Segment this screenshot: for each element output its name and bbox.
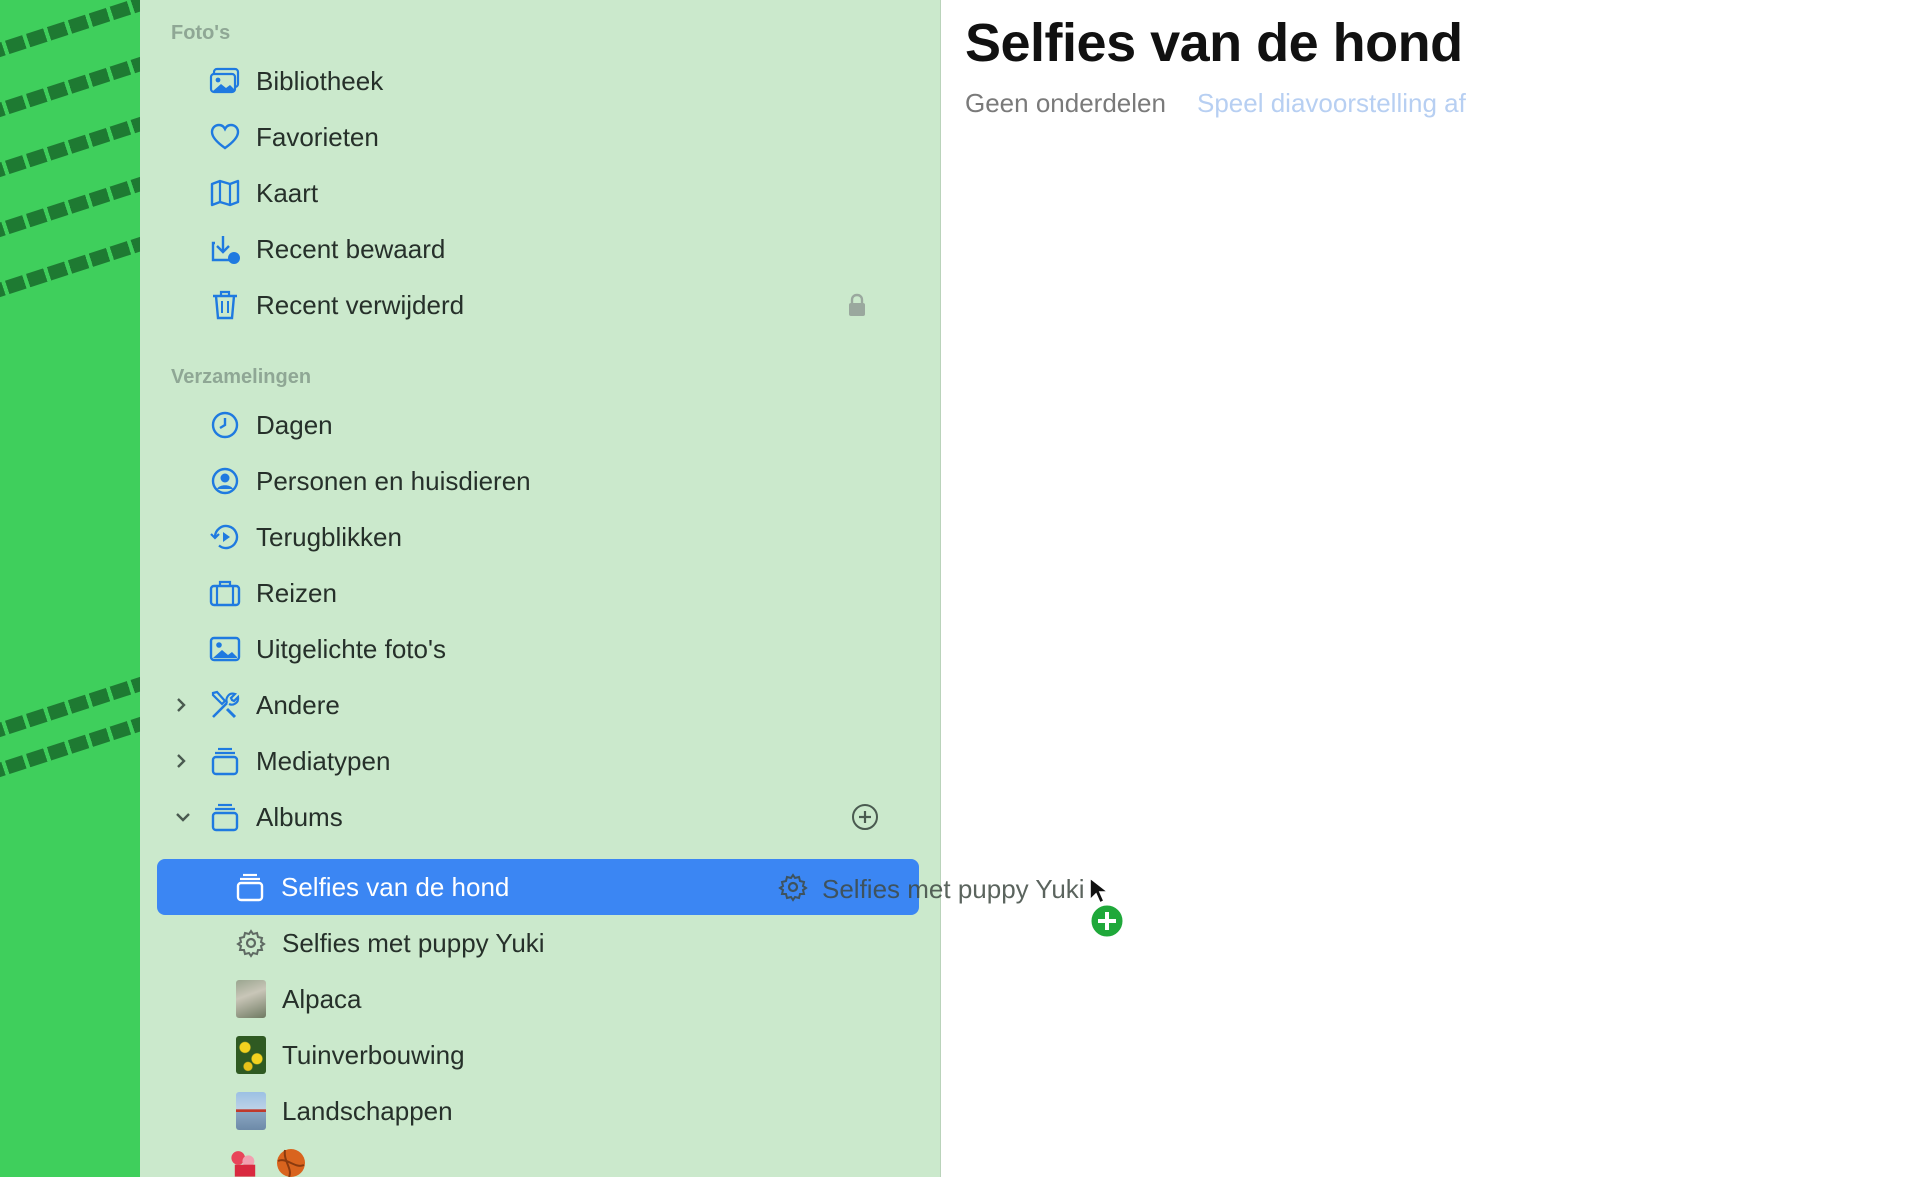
item-count: Geen onderdelen xyxy=(965,88,1166,118)
stack-icon xyxy=(208,744,242,778)
map-icon xyxy=(208,176,242,210)
sidebar-item-label: Andere xyxy=(256,689,340,720)
sidebar-item-label: Kaart xyxy=(256,177,319,208)
add-album-button[interactable] xyxy=(850,802,880,837)
chevron-down-icon[interactable] xyxy=(174,808,192,826)
album-item-label: Tuinverbouwing xyxy=(282,1039,465,1070)
play-slideshow-link[interactable]: Speel diavoorstelling af xyxy=(1197,88,1466,119)
sidebar-item-label: Albums xyxy=(256,801,343,832)
clock-icon xyxy=(208,408,242,442)
trash-icon xyxy=(208,288,242,322)
chevron-right-icon[interactable] xyxy=(174,752,192,770)
desktop-wallpaper xyxy=(0,0,140,1177)
sidebar-item-trips[interactable]: Reizen xyxy=(158,565,905,621)
sidebar-item-label: Recent bewaard xyxy=(256,233,446,264)
section-title-photos: Foto's xyxy=(171,22,231,44)
sidebar-item-label: Uitgelichte foto's xyxy=(256,633,446,664)
ball-thumbnail xyxy=(274,1146,308,1177)
sidebar-item-memories[interactable]: Terugblikken xyxy=(158,509,905,565)
sidebar-item-library[interactable]: Bibliotheek xyxy=(158,53,905,109)
heart-icon xyxy=(208,120,242,154)
drag-ghost: Selfies met puppy Yuki xyxy=(778,872,1085,907)
sidebar-item-recently-deleted[interactable]: Recent verwijderd xyxy=(158,277,905,333)
copy-plus-badge-icon xyxy=(1087,901,1127,946)
sidebar-item-label: Reizen xyxy=(256,577,337,608)
page-title: Selfies van de hond xyxy=(965,13,1463,73)
album-item-selfies-met-puppy-yuki[interactable]: Selfies met puppy Yuki xyxy=(158,915,905,971)
sidebar-item-media-types[interactable]: Mediatypen xyxy=(158,733,905,789)
chevron-right-icon[interactable] xyxy=(174,696,192,714)
album-item-partial[interactable] xyxy=(158,1135,905,1177)
photo-icon xyxy=(208,632,242,666)
lock-icon xyxy=(847,293,867,322)
album-item-label: Selfies van de hond xyxy=(281,871,510,902)
landscape-thumbnail xyxy=(234,1092,268,1130)
sidebar-item-label: Favorieten xyxy=(256,121,379,152)
sidebar-item-albums[interactable]: Albums xyxy=(158,789,905,845)
gear-icon xyxy=(778,872,808,907)
library-icon xyxy=(208,64,242,98)
album-stack-icon xyxy=(233,870,267,904)
tools-icon xyxy=(208,688,242,722)
album-item-tuinverbouwing[interactable]: Tuinverbouwing xyxy=(158,1027,905,1083)
person-circle-icon xyxy=(208,464,242,498)
sidebar-item-label: Dagen xyxy=(256,409,333,440)
sidebar-item-label: Terugblikken xyxy=(256,521,402,552)
sidebar-item-people-pets[interactable]: Personen en huisdieren xyxy=(158,453,905,509)
stack-icon xyxy=(208,800,242,834)
sidebar-item-label: Bibliotheek xyxy=(256,65,384,96)
main-content: Selfies van de hond Geen onderdelen Spee… xyxy=(941,0,1924,1177)
album-item-label: Landschappen xyxy=(282,1095,453,1126)
album-item-label: Alpaca xyxy=(282,983,362,1014)
garden-thumbnail xyxy=(234,1036,268,1074)
section-title-collections: Verzamelingen xyxy=(171,366,312,388)
sidebar-item-label: Mediatypen xyxy=(256,745,391,776)
drag-ghost-label: Selfies met puppy Yuki xyxy=(822,874,1085,904)
gift-thumbnail xyxy=(228,1146,262,1177)
memories-icon xyxy=(208,520,242,554)
sidebar: Foto's Bibliotheek Favorieten Kaart Rece… xyxy=(140,0,941,1177)
album-item-landschappen[interactable]: Landschappen xyxy=(158,1083,905,1139)
sidebar-item-map[interactable]: Kaart xyxy=(158,165,905,221)
sidebar-item-other[interactable]: Andere xyxy=(158,677,905,733)
sidebar-item-days[interactable]: Dagen xyxy=(158,397,905,453)
sidebar-item-featured-photos[interactable]: Uitgelichte foto's xyxy=(158,621,905,677)
sidebar-item-favorites[interactable]: Favorieten xyxy=(158,109,905,165)
album-item-label: Selfies met puppy Yuki xyxy=(282,927,545,958)
sidebar-item-label: Personen en huisdieren xyxy=(256,465,531,496)
suitcase-icon xyxy=(208,576,242,610)
sidebar-item-label: Recent verwijderd xyxy=(256,289,465,320)
album-item-alpaca[interactable]: Alpaca xyxy=(158,971,905,1027)
alpaca-thumbnail xyxy=(234,980,268,1018)
download-icon xyxy=(208,232,242,266)
sidebar-item-recently-saved[interactable]: Recent bewaard xyxy=(158,221,905,277)
smart-album-gear-icon xyxy=(234,926,268,960)
